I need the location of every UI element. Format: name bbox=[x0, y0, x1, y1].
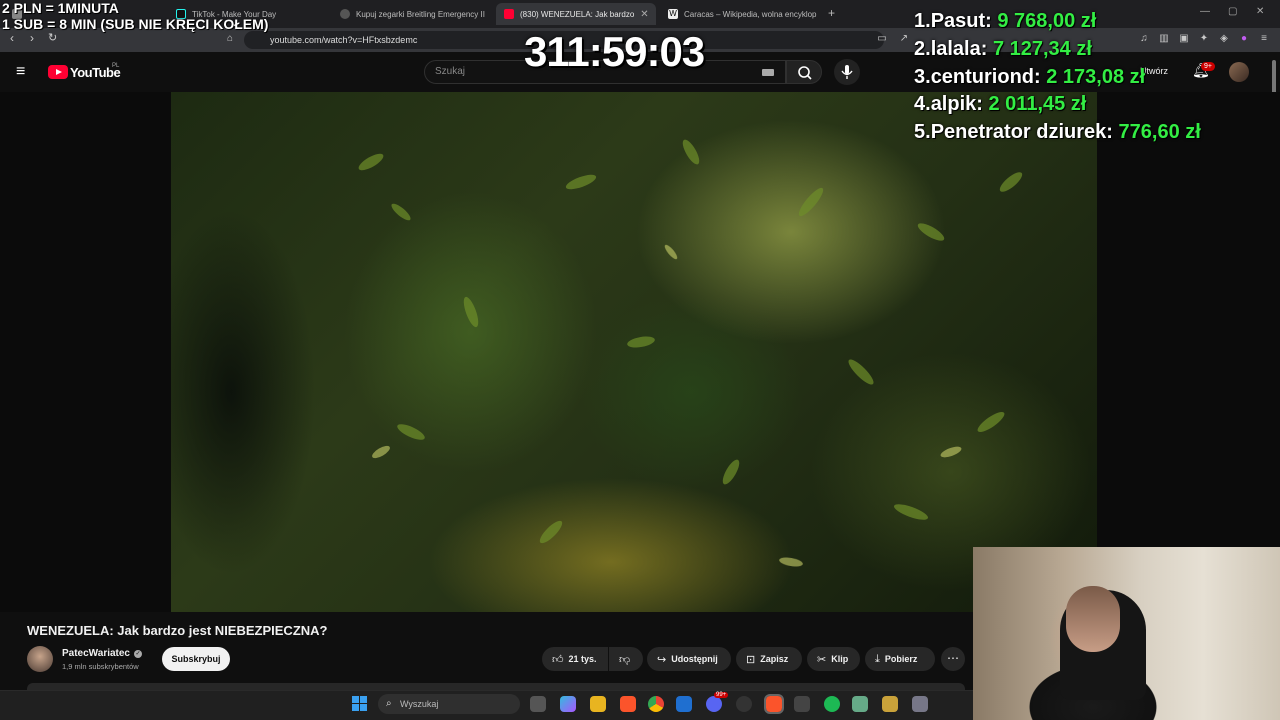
shield-icon[interactable]: ◈ bbox=[1218, 33, 1230, 45]
taskbar-search-input[interactable]: Wyszukaj bbox=[378, 694, 520, 714]
video-player[interactable] bbox=[171, 92, 1097, 612]
tab-wikipedia[interactable]: W Caracas – Wikipedia, wolna encyklop bbox=[660, 3, 820, 25]
save-label: Zapisz bbox=[760, 654, 789, 664]
spotify-icon[interactable] bbox=[824, 696, 840, 712]
tab-breitling[interactable]: Kupuj zegarki Breitling Emergency II bbox=[332, 3, 492, 25]
channel-name[interactable]: PatecWariatec bbox=[62, 648, 130, 659]
youtube-icon bbox=[504, 9, 514, 19]
subscriber-count: 1,9 mln subskrybentów bbox=[62, 662, 139, 671]
app-icon[interactable] bbox=[794, 696, 810, 712]
leaderboard-row: 3.centuriond: 2 173,08 zł bbox=[914, 65, 1146, 88]
forward-icon[interactable]: › bbox=[30, 31, 34, 45]
leaderboard-row: 1.Pasut: 9 768,00 zł bbox=[914, 10, 1097, 32]
task-view-icon[interactable] bbox=[530, 696, 546, 712]
dislike-button[interactable]: 👎︎ bbox=[609, 647, 643, 671]
tab-youtube[interactable]: (830) WENEZUELA: Jak bardzo ✕ bbox=[496, 3, 656, 25]
share-icon: ↪ bbox=[657, 653, 667, 666]
close-tab-icon[interactable]: ✕ bbox=[640, 9, 648, 20]
search-button[interactable] bbox=[786, 60, 822, 84]
menu-icon[interactable]: ≡ bbox=[1258, 33, 1270, 45]
account-avatar[interactable] bbox=[1229, 62, 1249, 82]
verified-icon: ✓ bbox=[134, 650, 142, 658]
chrome-icon[interactable] bbox=[648, 696, 664, 712]
share-button[interactable]: ↪ Udostępnij bbox=[647, 647, 731, 671]
settings-icon[interactable] bbox=[912, 696, 928, 712]
search-icon bbox=[798, 66, 812, 80]
copilot-icon[interactable] bbox=[560, 696, 576, 712]
discord-badge: 99+ bbox=[714, 692, 729, 698]
new-tab-button[interactable]: + bbox=[828, 6, 835, 20]
jungle-foliage-image bbox=[358, 139, 1023, 567]
thumbs-up-icon: 👍︎ bbox=[552, 653, 564, 666]
tab-label: (830) WENEZUELA: Jak bardzo bbox=[520, 9, 635, 19]
share-label: Udostępnij bbox=[671, 654, 718, 664]
player-letterbox-right bbox=[1097, 92, 1280, 547]
clip-label: Klip bbox=[831, 654, 849, 664]
tab-label: Caracas – Wikipedia, wolna encyklop bbox=[684, 9, 817, 19]
discord-icon[interactable] bbox=[706, 696, 722, 712]
subathon-timer: 311:59:03 bbox=[524, 28, 705, 75]
channel-avatar[interactable] bbox=[27, 646, 53, 672]
like-button[interactable]: 👍︎ 21 tys. bbox=[542, 647, 608, 671]
streamer-face bbox=[1066, 586, 1120, 652]
share-page-icon[interactable]: ↗ bbox=[898, 33, 910, 45]
download-button[interactable]: ⤓ Pobierz bbox=[865, 647, 935, 671]
store-icon[interactable] bbox=[676, 696, 692, 712]
calculator-icon[interactable] bbox=[852, 696, 868, 712]
donation-rules: 2 PLN = 1MINUTA 1 SUB = 8 MIN (SUB NIE K… bbox=[2, 0, 268, 32]
leaderboard-row: 2.lalala: 7 127,34 zł bbox=[914, 37, 1092, 60]
close-window-icon[interactable]: ✕ bbox=[1256, 6, 1264, 17]
vpn-icon[interactable]: ● bbox=[1238, 33, 1250, 45]
cast-icon[interactable]: ▭ bbox=[876, 33, 888, 45]
download-icon: ⤓ bbox=[875, 652, 880, 665]
search-icon: ⌕ bbox=[386, 698, 392, 709]
save-button[interactable]: ⊡ Zapisz bbox=[736, 647, 802, 671]
scissors-icon: ✂ bbox=[817, 653, 827, 666]
bookmark-icon: ⊡ bbox=[746, 653, 756, 666]
bookmark-icon[interactable]: ⌂ bbox=[224, 33, 236, 45]
leaderboard-row: 4.alpik: 2 011,45 zł bbox=[914, 93, 1087, 116]
minimize-icon[interactable]: — bbox=[1200, 6, 1210, 17]
donation-rule-line-2: 1 SUB = 8 MIN (SUB NIE KRĘCI KOŁEM) bbox=[2, 16, 269, 32]
keyboard-icon[interactable] bbox=[762, 69, 774, 76]
download-label: Pobierz bbox=[884, 654, 918, 664]
tab-label: Kupuj zegarki Breitling Emergency II bbox=[356, 9, 485, 19]
notifications-badge: 9+ bbox=[1201, 62, 1215, 71]
thumbs-down-icon: 👎︎ bbox=[619, 653, 631, 666]
menu-icon[interactable]: ≡ bbox=[16, 64, 25, 80]
donation-rule-line-1: 2 PLN = 1MINUTA bbox=[2, 0, 119, 16]
brave-icon[interactable] bbox=[620, 696, 636, 712]
maximize-icon[interactable]: ▢ bbox=[1228, 6, 1237, 17]
windows-start-icon[interactable] bbox=[352, 696, 368, 712]
league-icon[interactable] bbox=[882, 696, 898, 712]
brave-active-icon[interactable] bbox=[764, 694, 784, 714]
voice-search-button[interactable] bbox=[834, 59, 860, 85]
more-actions-icon[interactable]: ⋯ bbox=[941, 647, 965, 671]
reload-icon[interactable]: ↻ bbox=[48, 31, 57, 44]
region-code: PL bbox=[112, 63, 120, 69]
donor-leaderboard: 1.Pasut: 9 768,00 zł 2.lalala: 7 127,34 … bbox=[914, 8, 1201, 147]
globe-icon bbox=[340, 9, 350, 19]
obs-icon[interactable] bbox=[736, 696, 752, 712]
wikipedia-icon: W bbox=[668, 9, 678, 19]
back-icon[interactable]: ‹ bbox=[10, 31, 14, 45]
youtube-logo-icon[interactable] bbox=[48, 65, 68, 79]
player-letterbox-left bbox=[0, 92, 171, 612]
clip-button[interactable]: ✂ Klip bbox=[807, 647, 860, 671]
subscribe-button[interactable]: Subskrybuj bbox=[162, 647, 230, 671]
video-title: WENEZUELA: Jak bardzo jest NIEBEZPIECZNA… bbox=[27, 623, 328, 638]
like-count: 21 tys. bbox=[568, 654, 597, 664]
file-explorer-icon[interactable] bbox=[590, 696, 606, 712]
leaderboard-row: 5.Penetrator dziurek: 776,60 zł bbox=[914, 121, 1201, 144]
microphone-icon bbox=[841, 65, 853, 79]
